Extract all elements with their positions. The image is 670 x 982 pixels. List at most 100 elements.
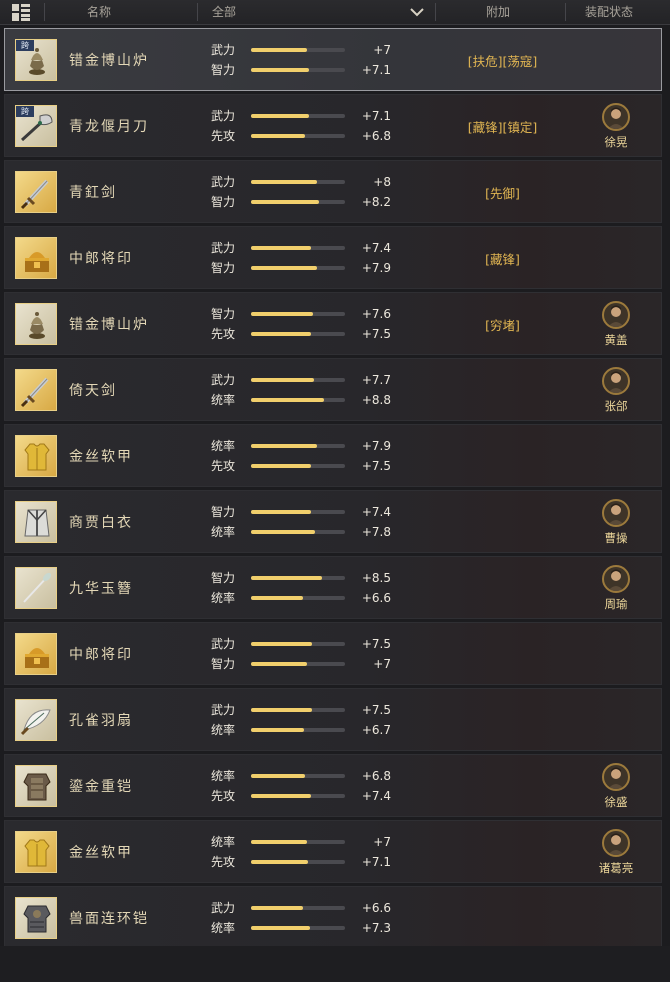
- stat-bar: [251, 860, 345, 864]
- equipment-row[interactable]: 跨错金博山炉 武力 +7 智力 +7.1 [扶危][荡寇]: [4, 28, 662, 91]
- item-name: 倚天剑: [69, 383, 117, 399]
- hero-name: 曹操: [604, 531, 628, 545]
- stat-bar-fill: [251, 926, 311, 930]
- stat-bar-fill: [251, 642, 313, 646]
- stat-bar: [251, 530, 345, 534]
- stat-bar-fill: [251, 398, 325, 402]
- stat-value: +7.4: [361, 505, 391, 519]
- stat-value: +8.5: [361, 571, 391, 585]
- stat-label: 武力: [211, 703, 236, 717]
- equipment-row[interactable]: 兽面连环铠 武力 +6.6 统率 +7.3: [4, 886, 662, 949]
- stat-label: 智力: [211, 63, 236, 77]
- stat-bar-fill: [251, 180, 317, 184]
- stat-bar: [251, 332, 345, 336]
- hero-name: 徐晃: [604, 135, 628, 149]
- equipment-row[interactable]: 孔雀羽扇 武力 +7.5 统率 +6.7: [4, 688, 662, 751]
- column-header-name[interactable]: 名称: [87, 0, 111, 24]
- stat-line: 先攻 +7.1: [211, 853, 401, 871]
- stat-bar-fill: [251, 312, 314, 316]
- equipped-hero[interactable]: 曹操: [591, 499, 641, 546]
- equipment-row[interactable]: 倚天剑 武力 +7.7 统率 +8.8 张郃: [4, 358, 662, 421]
- equipment-row[interactable]: 九华玉簪 智力 +8.5 统率 +6.6 周瑜: [4, 556, 662, 619]
- equipped-hero[interactable]: 徐晃: [591, 103, 641, 150]
- feather-fan-icon: [15, 699, 57, 741]
- item-name: 金丝软甲: [69, 449, 133, 465]
- item-name: 商贾白衣: [69, 515, 133, 531]
- stat-bar-fill: [251, 530, 315, 534]
- hero-name: 周瑜: [604, 597, 628, 611]
- equipped-hero[interactable]: 张郃: [591, 367, 641, 414]
- stat-line: 智力 +7.1: [211, 61, 401, 79]
- stat-bar: [251, 266, 345, 270]
- stat-line: 武力 +7.5: [211, 635, 401, 653]
- equipped-hero[interactable]: 黄盖: [591, 301, 641, 348]
- stat-bar: [251, 68, 345, 72]
- equipment-row[interactable]: 金丝软甲 统率 +7 先攻 +7.1 诸葛亮: [4, 820, 662, 883]
- stat-label: 先攻: [211, 459, 236, 473]
- stat-value: +7.5: [361, 327, 391, 341]
- equipment-row[interactable]: 青釭剑 武力 +8 智力 +8.2 [先御]: [4, 160, 662, 223]
- seal-box-icon: [15, 237, 57, 279]
- equipment-row[interactable]: 中郎将印 武力 +7.5 智力 +7: [4, 622, 662, 685]
- stat-bar-fill: [251, 378, 314, 382]
- bottom-area: [0, 946, 670, 982]
- filter-dropdown[interactable]: 全部: [198, 0, 434, 24]
- stat-value: +7.1: [361, 109, 391, 123]
- equipped-hero[interactable]: 诸葛亮: [591, 829, 641, 876]
- equipment-row[interactable]: 错金博山炉 智力 +7.6 先攻 +7.5 [穷堵] 黄盖: [4, 292, 662, 355]
- equipment-row[interactable]: 中郎将印 武力 +7.4 智力 +7.9 [藏锋]: [4, 226, 662, 289]
- header-divider: [565, 3, 566, 21]
- stat-bar: [251, 906, 345, 910]
- stat-bar: [251, 134, 345, 138]
- hero-name: 黄盖: [604, 333, 628, 347]
- stat-label: 武力: [211, 175, 236, 189]
- stat-label: 先攻: [211, 789, 236, 803]
- stat-value: +6.6: [361, 591, 391, 605]
- stat-bar-fill: [251, 860, 309, 864]
- item-name: 中郎将印: [69, 647, 133, 663]
- stat-value: +7.5: [361, 703, 391, 717]
- item-name: 兽面连环铠: [69, 911, 149, 927]
- stat-value: +8.8: [361, 393, 391, 407]
- equipment-row[interactable]: 跨青龙偃月刀 武力 +7.1 先攻 +6.8 [藏锋][镇定] 徐晃: [4, 94, 662, 157]
- equipment-row[interactable]: 鎏金重铠 统率 +6.8 先攻 +7.4 徐盛: [4, 754, 662, 817]
- stat-bar-fill: [251, 662, 308, 666]
- stat-value: +7: [373, 835, 391, 849]
- hero-avatar: [602, 763, 630, 791]
- stat-value: +7.5: [361, 637, 391, 651]
- item-name: 青釭剑: [69, 185, 117, 201]
- stat-line: 先攻 +7.5: [211, 457, 401, 475]
- stat-value: +7.6: [361, 307, 391, 321]
- header-divider: [435, 3, 436, 21]
- stat-label: 统率: [211, 393, 236, 407]
- stat-value: +7.4: [361, 241, 391, 255]
- stat-value: +7.5: [361, 459, 391, 473]
- stat-bar: [251, 312, 345, 316]
- stat-label: 先攻: [211, 327, 236, 341]
- equipped-hero[interactable]: 周瑜: [591, 565, 641, 612]
- stat-bar: [251, 378, 345, 382]
- stat-bar: [251, 794, 345, 798]
- stat-value: +7.1: [361, 63, 391, 77]
- stat-bar-fill: [251, 906, 303, 910]
- stat-line: 智力 +8.2: [211, 193, 401, 211]
- stat-label: 智力: [211, 571, 236, 585]
- hero-avatar: [602, 499, 630, 527]
- stat-label: 智力: [211, 307, 236, 321]
- equipment-row[interactable]: 金丝软甲 统率 +7.9 先攻 +7.5: [4, 424, 662, 487]
- stat-line: 统率 +8.8: [211, 391, 401, 409]
- vest-icon: [15, 831, 57, 873]
- equipped-hero[interactable]: 徐盛: [591, 763, 641, 810]
- grid-view-icon[interactable]: [12, 4, 30, 21]
- stat-value: +6.8: [361, 769, 391, 783]
- equipment-row[interactable]: 商贾白衣 智力 +7.4 统率 +7.8 曹操: [4, 490, 662, 553]
- stat-line: 武力 +7.4: [211, 239, 401, 257]
- stat-bar: [251, 728, 345, 732]
- stat-value: +7.9: [361, 439, 391, 453]
- hero-avatar: [602, 829, 630, 857]
- stat-bar: [251, 464, 345, 468]
- seal-box-icon: [15, 633, 57, 675]
- stat-line: 武力 +8: [211, 173, 401, 191]
- stat-line: 武力 +7.7: [211, 371, 401, 389]
- censer-icon: [15, 303, 57, 345]
